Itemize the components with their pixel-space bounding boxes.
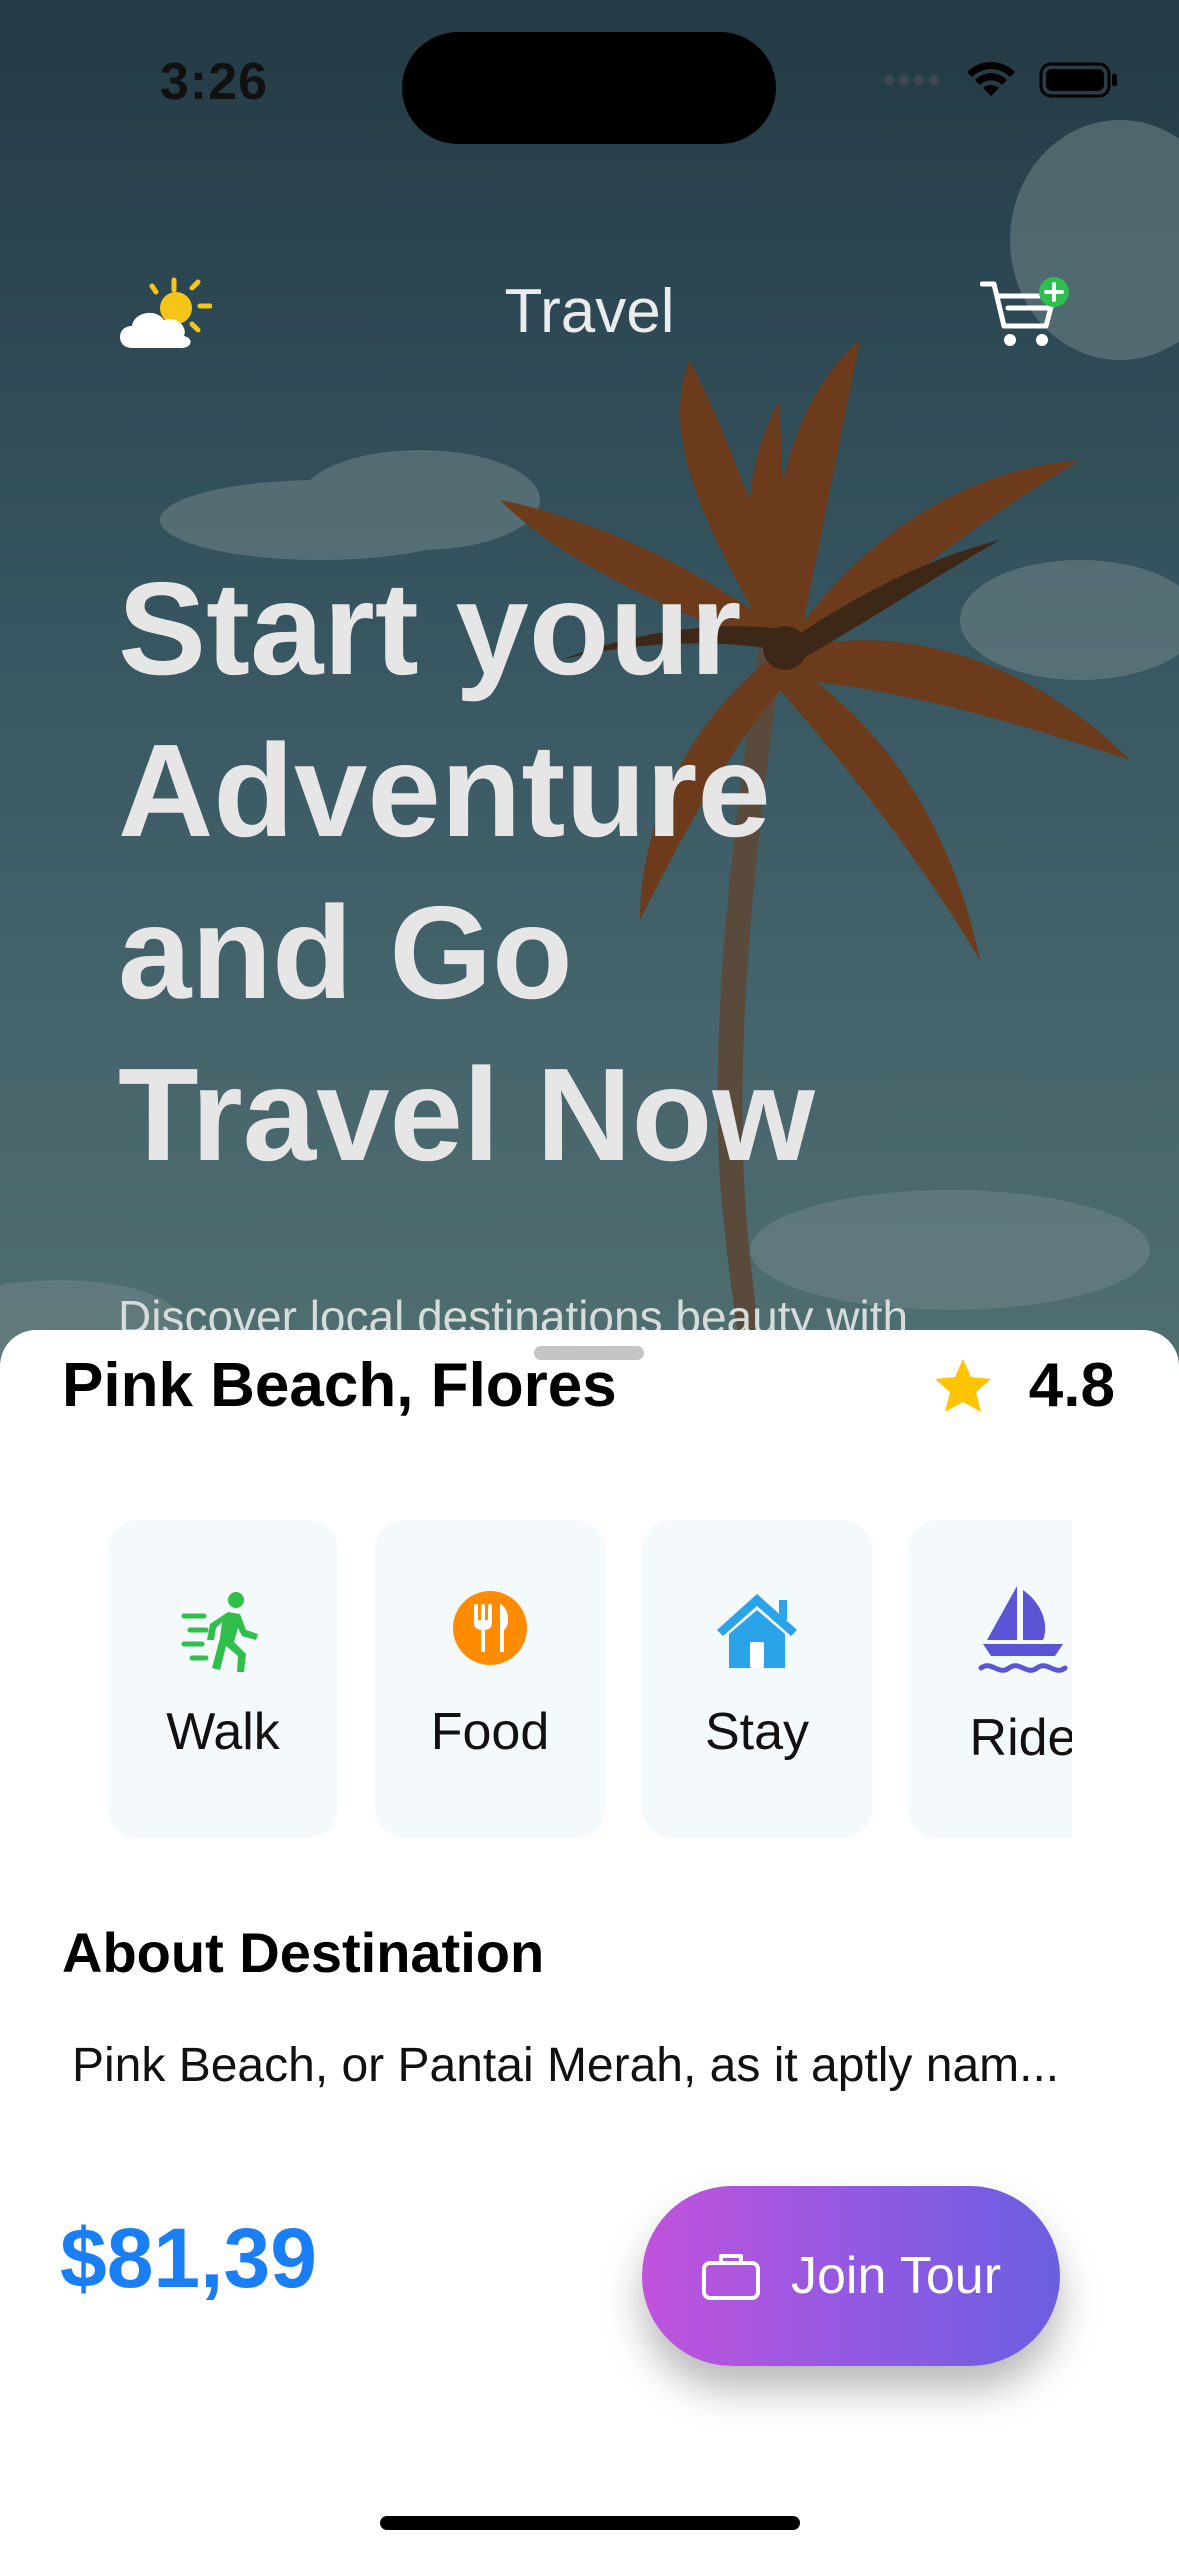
dynamic-island (402, 32, 776, 144)
about-text[interactable]: Pink Beach, or Pantai Merah, as it aptly… (72, 2038, 1059, 2093)
briefcase-icon (701, 2254, 760, 2300)
category-label: Ride (969, 1709, 1072, 1767)
headline-line: Start your (118, 555, 742, 702)
category-label: Food (430, 1703, 550, 1761)
category-food[interactable]: Food (375, 1520, 605, 1838)
rating-value: 4.8 (1028, 1351, 1115, 1420)
category-label: Walk (166, 1703, 280, 1761)
wifi-icon (967, 62, 1015, 96)
about-title: About Destination (62, 1921, 545, 1984)
category-walk[interactable]: Walk (108, 1520, 338, 1838)
join-tour-label: Join Tour (790, 2247, 1002, 2305)
hero-headline: Start your Adventure and Go Travel Now (118, 548, 1018, 1196)
home-indicator[interactable] (380, 2516, 800, 2530)
battery-icon (1039, 62, 1117, 98)
headline-line: Adventure (118, 717, 771, 864)
walk-icon (181, 1592, 258, 1672)
category-stay[interactable]: Stay (642, 1520, 872, 1838)
fork-knife-icon (453, 1591, 527, 1665)
category-list[interactable]: Walk Food Stay Ride (0, 1520, 1072, 1850)
cellular-signal-icon (884, 75, 939, 85)
hero-section: 3:26 Travel Start your Adventure and Go … (0, 0, 1179, 1420)
cart-button[interactable] (979, 274, 1076, 354)
destination-name: Pink Beach, Flores (62, 1351, 617, 1420)
join-tour-button[interactable]: Join Tour (642, 2186, 1060, 2366)
headline-line: Travel Now (118, 1041, 815, 1188)
category-label: Stay (704, 1703, 810, 1761)
headline-line: and Go (118, 879, 573, 1026)
category-ride[interactable]: Ride (908, 1520, 1072, 1838)
status-time: 3:26 (160, 53, 269, 111)
star-icon (934, 1358, 991, 1412)
sailboat-icon (978, 1586, 1068, 1673)
house-icon (717, 1594, 797, 1668)
rating: 4.8 (933, 1350, 1115, 1421)
destination-sheet[interactable]: Pink Beach, Flores 4.8 Walk Food Stay Ri… (0, 1330, 1179, 2556)
cart-badge-plus-icon (979, 277, 1069, 346)
status-icons (883, 60, 1119, 100)
price: $81,39 (60, 2211, 317, 2305)
